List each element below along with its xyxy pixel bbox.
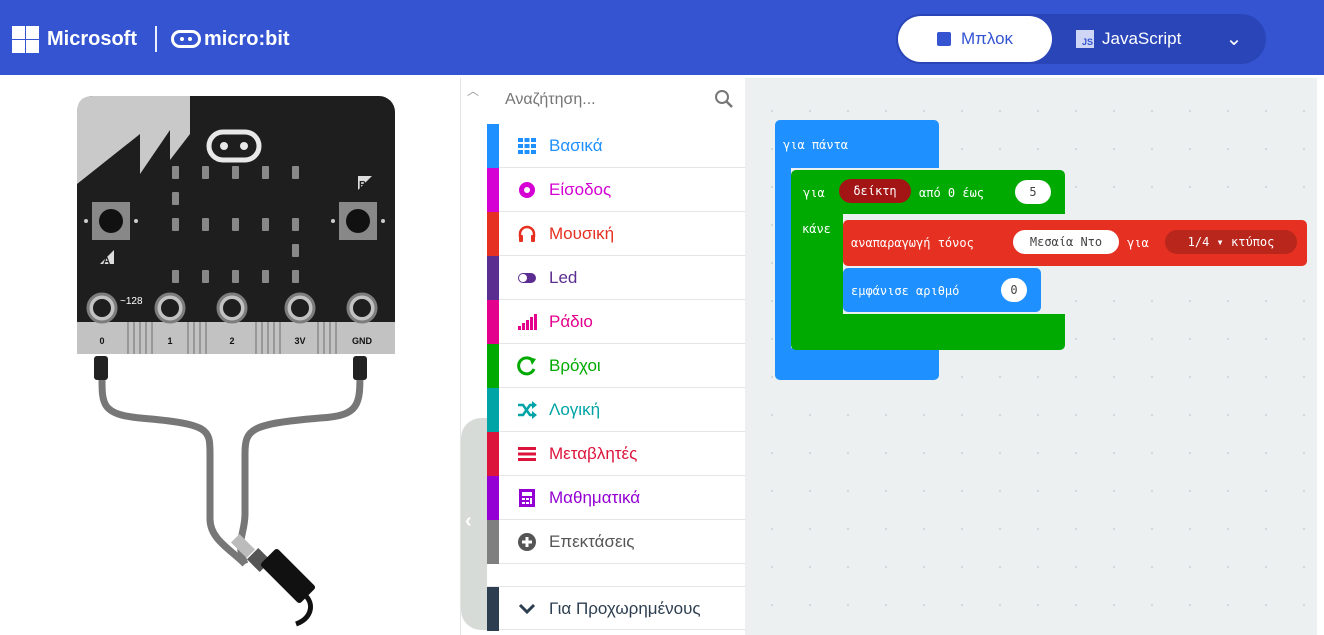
grid-icon bbox=[518, 138, 536, 154]
beat-dropdown[interactable]: 1/4 ▾ κτύπος bbox=[1165, 230, 1297, 254]
brand-area: Microsoft micro:bit bbox=[12, 23, 290, 55]
calculator-icon bbox=[519, 489, 535, 507]
number-text: 0 bbox=[1010, 283, 1018, 297]
editor-mode-toggle: Μπλοκ JS JavaScript ⌄ bbox=[896, 14, 1266, 64]
category-led[interactable]: Led bbox=[487, 256, 746, 300]
toolbox-search bbox=[487, 78, 746, 122]
loop-arrow-icon bbox=[517, 356, 536, 376]
category-label: Led bbox=[549, 268, 578, 287]
microbit-brand[interactable]: micro:bit bbox=[204, 28, 290, 51]
microbit-logo-icon bbox=[171, 30, 201, 48]
category-label: Ράδιο bbox=[549, 312, 593, 331]
category-label: Λογική bbox=[549, 400, 601, 419]
category-advanced[interactable]: Για Προχωρημένους bbox=[487, 586, 746, 631]
blocks-tab[interactable]: Μπλοκ bbox=[898, 16, 1052, 62]
category-label: Μεταβλητές bbox=[549, 444, 638, 463]
lines-icon bbox=[518, 447, 536, 461]
pin-2-label: 2 bbox=[229, 336, 234, 346]
button-b-label: B bbox=[359, 180, 366, 191]
for-duration-label: για bbox=[1127, 236, 1149, 250]
blocks-tab-label: Μπλοκ bbox=[960, 29, 1014, 48]
category-music[interactable]: Μουσική bbox=[487, 212, 746, 256]
microbit-simulator: A B 0 1 2 3V GND ~128 bbox=[0, 78, 460, 635]
collapse-toolbox-handle[interactable]: ‹ bbox=[461, 418, 487, 630]
category-label: Βασικά bbox=[549, 136, 603, 155]
category-label: Επεκτάσεις bbox=[549, 532, 635, 551]
window-right-edge bbox=[1317, 78, 1324, 635]
pin-1-label: 1 bbox=[167, 336, 172, 346]
chevron-left-icon: ‹ bbox=[465, 510, 472, 532]
plus-circle-icon bbox=[518, 533, 536, 551]
toggle-icon bbox=[518, 273, 536, 283]
play-tone-label: αναπαραγωγή τόνος bbox=[851, 236, 974, 250]
microsoft-brand[interactable]: Microsoft bbox=[47, 28, 137, 51]
category-input[interactable]: Είσοδος bbox=[487, 168, 746, 212]
range-end-input[interactable]: 5 bbox=[1015, 180, 1051, 204]
brand-divider bbox=[155, 26, 157, 52]
category-label: Είσοδος bbox=[549, 180, 612, 199]
button-a-label: A bbox=[103, 256, 110, 267]
category-loops[interactable]: Βρόχοι bbox=[487, 344, 746, 388]
puzzle-icon bbox=[936, 32, 951, 46]
chevron-down-icon bbox=[518, 603, 536, 615]
category-logic[interactable]: Λογική bbox=[487, 388, 746, 432]
javascript-tab[interactable]: JS JavaScript bbox=[1076, 14, 1181, 64]
range-end-text: 5 bbox=[1029, 185, 1037, 199]
pin-0-readout: ~128 bbox=[120, 296, 143, 307]
category-label: Μουσική bbox=[549, 224, 615, 243]
headphone-jack bbox=[230, 533, 316, 627]
forever-label: για πάντα bbox=[783, 138, 849, 152]
category-radio[interactable]: Ράδιο bbox=[487, 300, 746, 344]
search-icon[interactable] bbox=[713, 88, 735, 110]
microsoft-logo-icon bbox=[12, 25, 39, 53]
category-basic[interactable]: Βασικά bbox=[487, 124, 746, 168]
shuffle-icon bbox=[518, 401, 537, 419]
show-number-label: εμφάνισε αριθμό bbox=[851, 284, 960, 298]
beat-text: 1/4 ▾ κτύπος bbox=[1187, 235, 1275, 249]
javascript-tab-label: JavaScript bbox=[1102, 29, 1182, 48]
index-variable-pill[interactable]: δείκτη bbox=[839, 179, 911, 203]
for-label: για bbox=[803, 186, 825, 200]
pin-gnd-label: GND bbox=[352, 336, 373, 346]
index-variable-text: δείκτη bbox=[853, 184, 897, 198]
note-dropdown[interactable]: Μεσαία Ντο bbox=[1013, 230, 1119, 254]
category-extensions[interactable]: Επεκτάσεις bbox=[487, 520, 746, 564]
category-variables[interactable]: Μεταβλητές bbox=[487, 432, 746, 476]
app-header: Microsoft micro:bit Μπλοκ JS JavaScript … bbox=[0, 0, 1324, 78]
search-input[interactable] bbox=[503, 86, 707, 114]
note-text: Μεσαία Ντο bbox=[1029, 235, 1103, 249]
pin-3v-label: 3V bbox=[294, 336, 305, 346]
headphones-icon bbox=[518, 225, 536, 242]
category-label: Για Προχωρημένους bbox=[549, 599, 701, 618]
category-label: Βρόχοι bbox=[549, 356, 601, 375]
signal-bars-icon bbox=[518, 314, 537, 330]
category-label: Μαθηματικά bbox=[549, 488, 641, 507]
range-label: από 0 έως bbox=[919, 186, 985, 200]
pin-0-label: 0 bbox=[99, 336, 104, 346]
category-math[interactable]: Μαθηματικά bbox=[487, 476, 746, 520]
blocks-workspace[interactable]: για πάντα για δείκτη από 0 έως 5 κάνε αν… bbox=[745, 78, 1317, 635]
scroll-up-icon[interactable]: ︿ bbox=[467, 82, 479, 99]
chevron-down-icon[interactable]: ⌄ bbox=[1222, 27, 1246, 51]
toolbox: ︿ ‹ Βασικά Είσοδος Μουσική Led Ράδιο bbox=[460, 78, 746, 635]
do-label: κάνε bbox=[802, 222, 831, 236]
microbit-board[interactable]: A B 0 1 2 3V GND ~128 bbox=[60, 94, 400, 634]
input-circle-icon bbox=[519, 182, 535, 198]
number-input[interactable]: 0 bbox=[1001, 278, 1027, 302]
js-icon: JS bbox=[1076, 30, 1094, 48]
